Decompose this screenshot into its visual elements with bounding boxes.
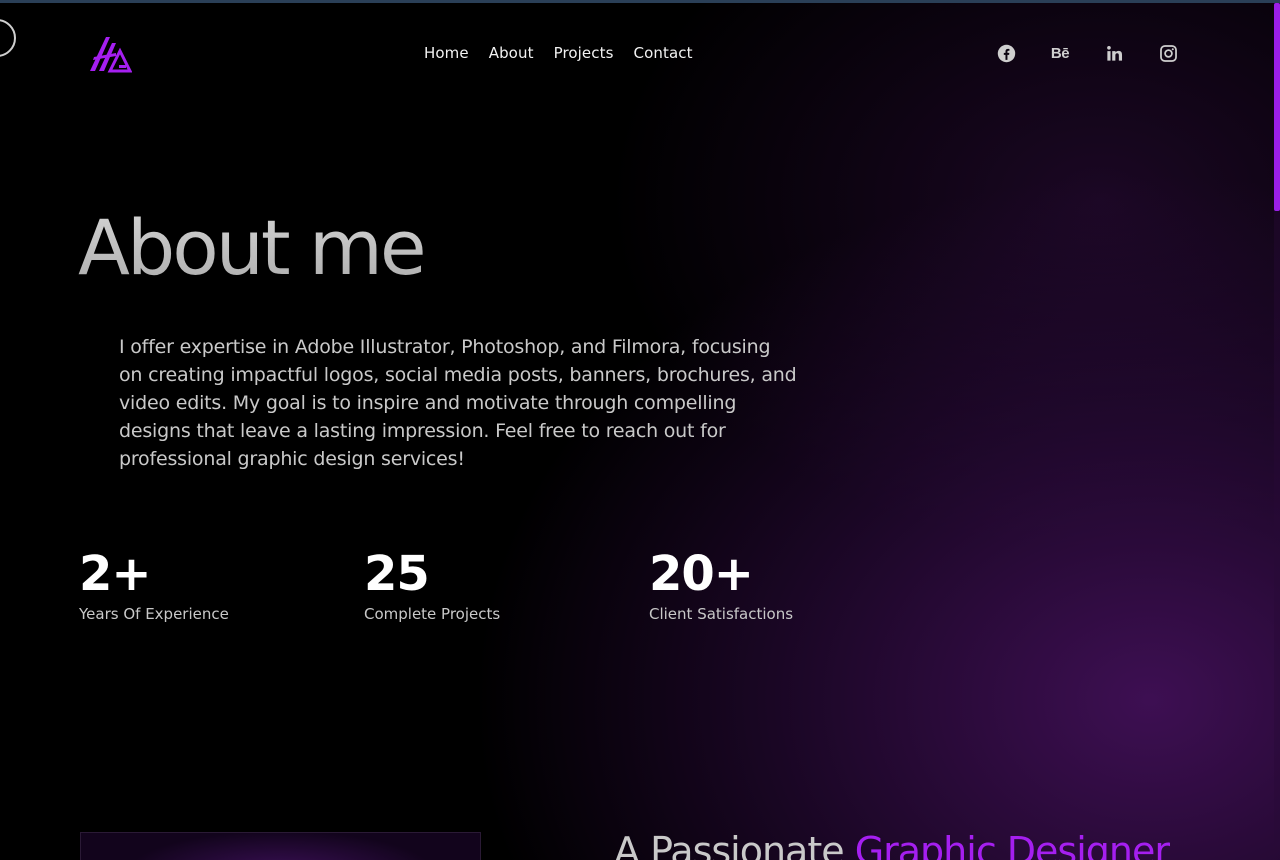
- about-heading: About me: [78, 198, 427, 298]
- instagram-icon[interactable]: [1158, 42, 1178, 64]
- about-description: I offer expertise in Adobe Illustrator, …: [119, 336, 797, 470]
- window-top-edge: [0, 0, 1280, 3]
- main-nav: Home About Projects Contact: [424, 44, 693, 62]
- stat-value: 20+: [649, 546, 754, 602]
- scrollbar-thumb[interactable]: [1274, 3, 1280, 211]
- stat-experience: 2+ Years Of Experience: [79, 546, 364, 623]
- linkedin-icon[interactable]: [1104, 42, 1124, 64]
- behance-icon[interactable]: Bē: [1050, 42, 1070, 64]
- stat-label: Complete Projects: [364, 605, 501, 623]
- stat-projects: 25 Complete Projects: [364, 546, 649, 623]
- facebook-icon[interactable]: [996, 42, 1016, 64]
- stat-value: 25: [364, 546, 430, 602]
- nav-home[interactable]: Home: [424, 44, 469, 62]
- stat-value: 2+: [79, 546, 152, 602]
- intro-heading-accent: Graphic Designer: [854, 829, 1170, 860]
- page: Home About Projects Contact Bē About me …: [0, 0, 1280, 860]
- nav-projects[interactable]: Projects: [554, 44, 614, 62]
- logo-mark-icon: [90, 37, 133, 73]
- stats-row: 2+ Years Of Experience 25 Complete Proje…: [79, 546, 934, 623]
- intro-heading-prefix: A Passionate: [614, 829, 855, 860]
- behance-icon-text: Bē: [1050, 44, 1070, 62]
- brand-logo[interactable]: [86, 33, 133, 73]
- custom-cursor-ring: [0, 19, 16, 57]
- intro-heading: A Passionate Graphic Designer: [614, 826, 1170, 860]
- stat-clients: 20+ Client Satisfactions: [649, 546, 934, 623]
- social-links: Bē: [996, 42, 1178, 64]
- stat-label: Client Satisfactions: [649, 605, 794, 623]
- stat-label: Years Of Experience: [79, 605, 229, 623]
- nav-contact[interactable]: Contact: [634, 44, 693, 62]
- nav-about[interactable]: About: [489, 44, 534, 62]
- profile-image-card: [80, 832, 481, 860]
